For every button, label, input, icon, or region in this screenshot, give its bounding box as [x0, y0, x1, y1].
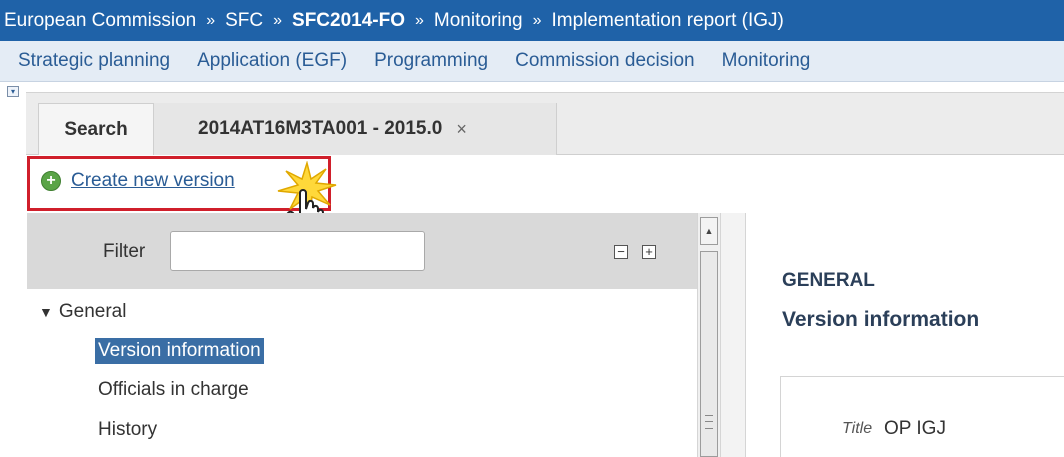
breadcrumb-separator: » [415, 11, 424, 29]
content-panel: GENERAL Version information Title OP IGJ [746, 213, 1064, 457]
menu-item-monitoring[interactable]: Monitoring [722, 50, 811, 72]
filter-area: Filter − + [27, 213, 697, 289]
section-title: GENERAL [782, 270, 875, 291]
menu-item-commission-decision[interactable]: Commission decision [515, 50, 695, 72]
panel-divider[interactable] [721, 213, 746, 457]
menu-item-programming[interactable]: Programming [374, 50, 488, 72]
tab-bar: Search 2014AT16M3TA001 - 2015.0 × [26, 92, 1064, 155]
tree-panel: Filter − + ▼ General Version information … [27, 213, 697, 457]
tree-group-label: General [58, 301, 127, 322]
tab-record-label: 2014AT16M3TA001 - 2015.0 [198, 118, 443, 139]
title-field-label: Title [842, 420, 873, 437]
menu-item-application-egf[interactable]: Application (EGF) [197, 50, 347, 72]
tree-item-officials-in-charge[interactable]: Officials in charge [95, 377, 252, 403]
tab-search-label: Search [64, 118, 128, 140]
collapse-all-icon[interactable]: − [614, 245, 628, 259]
breadcrumb-item-sfc[interactable]: SFC [225, 10, 263, 32]
tree-group-general[interactable]: ▼ General [39, 301, 126, 323]
tree-item-version-information[interactable]: Version information [95, 338, 264, 364]
tree-item-history[interactable]: History [95, 417, 160, 443]
breadcrumb-item-european-commission[interactable]: European Commission [4, 10, 196, 32]
breadcrumb-separator: » [206, 11, 216, 29]
breadcrumb: European Commission » SFC » SFC2014-FO »… [0, 0, 1064, 41]
title-field-value: OP IGJ [884, 418, 946, 439]
breadcrumb-separator: » [273, 11, 283, 29]
close-icon[interactable]: × [456, 119, 467, 140]
create-new-version-label: Create new version [71, 170, 235, 191]
breadcrumb-item-sfc2014-fo[interactable]: SFC2014-FO [292, 10, 405, 32]
menu-item-strategic-planning[interactable]: Strategic planning [18, 50, 170, 72]
scroll-up-icon[interactable]: ▲ [700, 217, 718, 245]
main-menu: Strategic planning Application (EGF) Pro… [0, 41, 1064, 82]
filter-label: Filter [103, 241, 146, 262]
breadcrumb-separator: » [532, 11, 542, 29]
page: European Commission » SFC » SFC2014-FO »… [0, 0, 1064, 457]
scroll-grip [705, 415, 713, 429]
tab-record[interactable]: 2014AT16M3TA001 - 2015.0 × [154, 103, 557, 155]
section-subtitle: Version information [782, 308, 980, 331]
form-box [780, 376, 1064, 457]
caret-down-icon: ▼ [39, 304, 53, 320]
tree-scrollbar[interactable]: ▲ [697, 213, 721, 457]
panel-toggle-icon[interactable]: ▾ [7, 86, 19, 97]
create-new-version-button[interactable]: + Create new version [41, 170, 235, 192]
expand-all-icon[interactable]: + [642, 245, 656, 259]
filter-input[interactable] [170, 231, 425, 271]
breadcrumb-item-implementation-report[interactable]: Implementation report (IGJ) [552, 10, 784, 32]
scroll-thumb[interactable] [700, 251, 718, 457]
breadcrumb-item-monitoring[interactable]: Monitoring [434, 10, 523, 32]
tab-search[interactable]: Search [38, 103, 154, 155]
plus-circle-icon: + [41, 171, 61, 191]
